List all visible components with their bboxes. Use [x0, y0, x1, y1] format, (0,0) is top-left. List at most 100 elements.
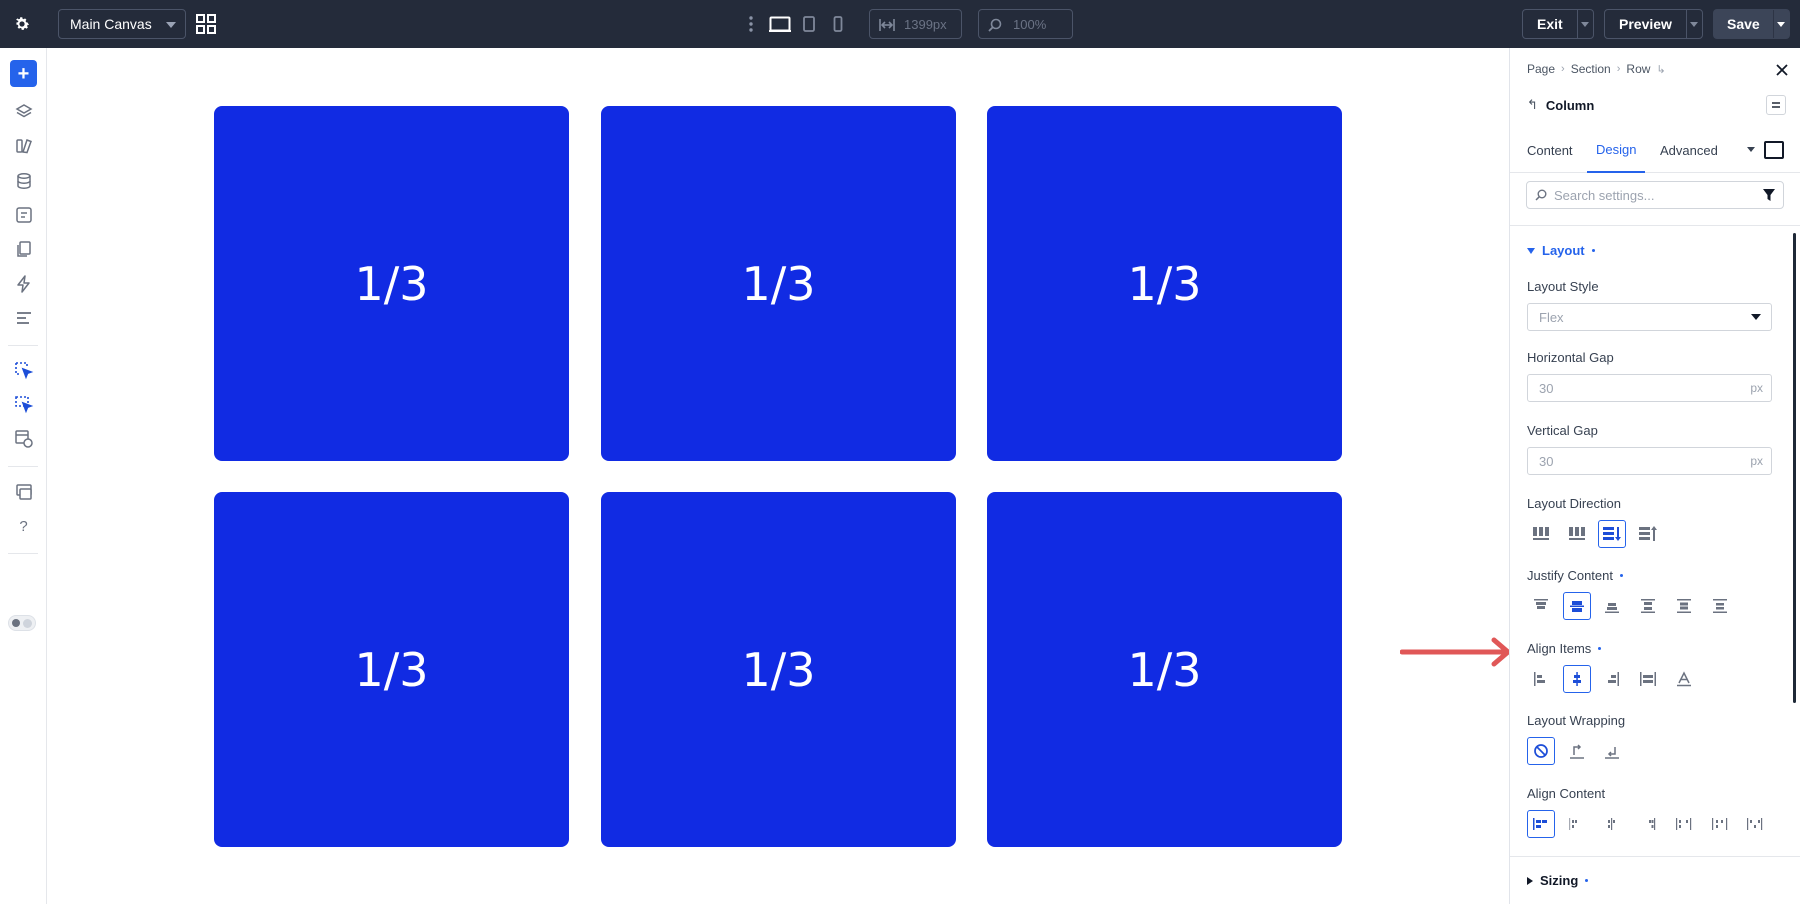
modified-indicator [1598, 647, 1602, 650]
select-multiple-icon[interactable] [10, 391, 37, 418]
layout-style-select[interactable]: Flex [1527, 303, 1772, 331]
tablet-view-icon[interactable] [800, 12, 818, 36]
builder-canvas: 1/3 1/3 1/3 1/3 1/3 1/3 [48, 48, 1509, 904]
wrap-reverse-icon[interactable] [1598, 737, 1626, 765]
horizontal-gap-label: Horizontal Gap [1527, 350, 1614, 365]
phone-view-icon[interactable] [829, 12, 847, 36]
layout-group-toggle[interactable]: Layout [1527, 243, 1595, 258]
justify-content-label: Justify Content [1527, 568, 1623, 583]
desktop-view-icon[interactable] [768, 12, 792, 36]
add-element-button[interactable]: + [10, 60, 37, 87]
align-center-icon[interactable] [1563, 665, 1591, 693]
align-items-text: Align Items [1527, 641, 1592, 656]
nested-arrow-icon: ↳ [1656, 63, 1666, 76]
theme-toggle[interactable] [8, 615, 36, 631]
horizontal-gap-value: 30 [1539, 380, 1554, 396]
module-title: ↰ Column [1527, 97, 1594, 113]
grid-layout-icon[interactable] [196, 14, 216, 34]
close-icon[interactable] [1774, 62, 1790, 78]
justify-end-icon[interactable] [1598, 592, 1626, 620]
direction-row-reverse-icon[interactable] [1563, 520, 1591, 548]
column-block[interactable]: 1/3 [214, 492, 569, 847]
unit-label: px [1750, 381, 1763, 395]
column-block[interactable]: 1/3 [987, 106, 1342, 461]
justify-center-icon[interactable] [1563, 592, 1591, 620]
justify-space-evenly-icon[interactable] [1706, 592, 1734, 620]
sidebar-divider [8, 345, 38, 346]
responsive-views-icon[interactable] [10, 478, 37, 505]
toggle-knob [23, 619, 32, 628]
align-start-icon[interactable] [1527, 665, 1555, 693]
save-options-dropdown[interactable] [1772, 10, 1789, 38]
exit-options-dropdown[interactable] [1576, 10, 1593, 38]
justify-space-between-icon[interactable] [1634, 592, 1662, 620]
column-block[interactable]: 1/3 [601, 492, 956, 847]
no-wrap-icon[interactable] [1527, 737, 1555, 765]
align-baseline-icon[interactable] [1670, 665, 1698, 693]
direction-column-icon[interactable] [1598, 520, 1626, 548]
direction-row-icon[interactable] [1527, 520, 1555, 548]
column-block[interactable]: 1/3 [214, 106, 569, 461]
panel-scrollbar[interactable] [1793, 233, 1796, 703]
justify-space-around-icon[interactable] [1670, 592, 1698, 620]
settings-panel: Page › Section › Row ↳ ↰ Column Content … [1509, 48, 1800, 904]
design-library-icon[interactable] [10, 132, 37, 159]
filter-icon[interactable] [1763, 189, 1775, 201]
align-content-end-icon[interactable] [1598, 810, 1626, 838]
database-icon[interactable] [10, 167, 37, 194]
preview-button-group: Preview [1604, 9, 1703, 39]
sizing-group-toggle[interactable]: Sizing [1527, 873, 1589, 888]
align-end-icon[interactable] [1598, 665, 1626, 693]
canvas-select[interactable]: Main Canvas [58, 9, 186, 39]
align-content-space-evenly-icon[interactable] [1706, 810, 1734, 838]
module-options-button[interactable] [1766, 95, 1786, 115]
wireframe-icon[interactable] [10, 201, 37, 228]
pages-icon[interactable] [10, 235, 37, 262]
tab-design[interactable]: Design [1587, 128, 1646, 173]
preview-button[interactable]: Preview [1605, 10, 1686, 38]
tab-advanced[interactable]: Advanced [1651, 128, 1727, 173]
direction-column-reverse-icon[interactable] [1634, 520, 1662, 548]
breadcrumb-page[interactable]: Page [1527, 62, 1555, 76]
column-block[interactable]: 1/3 [987, 492, 1342, 847]
align-content-center-icon[interactable] [1563, 810, 1591, 838]
modified-indicator [1585, 879, 1589, 882]
save-button[interactable]: Save [1714, 10, 1773, 38]
tabs-dropdown-icon[interactable] [1747, 147, 1755, 152]
preview-options-dropdown[interactable] [1685, 10, 1702, 38]
wrap-icon[interactable] [1563, 737, 1591, 765]
align-stretch-icon[interactable] [1634, 665, 1662, 693]
align-content-space-around-icon[interactable] [1670, 810, 1698, 838]
settings-gear-icon[interactable] [10, 12, 34, 36]
layout-style-label: Layout Style [1527, 279, 1599, 294]
canvas-width-field[interactable]: 1399px [869, 9, 962, 39]
back-arrow-icon[interactable]: ↰ [1527, 97, 1538, 113]
chevron-down-icon [166, 22, 176, 28]
desktop-breakpoint-icon[interactable] [1764, 141, 1784, 159]
search-settings-input[interactable] [1526, 181, 1784, 209]
select-element-icon[interactable] [10, 357, 37, 384]
layers-icon[interactable] [10, 98, 37, 125]
breadcrumb-row[interactable]: Row [1626, 62, 1650, 76]
template-icon[interactable] [10, 425, 37, 452]
horizontal-gap-input[interactable]: 30 px [1527, 374, 1772, 402]
help-icon[interactable]: ? [10, 513, 37, 540]
caret-down-icon [1527, 247, 1535, 254]
layout-group-label: Layout [1542, 243, 1585, 258]
column-block[interactable]: 1/3 [601, 106, 956, 461]
list-settings-icon[interactable] [10, 304, 37, 331]
justify-start-icon[interactable] [1527, 592, 1555, 620]
align-content-start-icon[interactable] [1527, 810, 1555, 838]
align-content-stretch-icon[interactable] [1741, 810, 1769, 838]
tab-content[interactable]: Content [1518, 128, 1582, 173]
breadcrumb-section[interactable]: Section [1571, 62, 1611, 76]
zoom-field[interactable]: 100% [978, 9, 1073, 39]
chevron-down-icon [1751, 314, 1761, 320]
exit-button[interactable]: Exit [1523, 10, 1577, 38]
more-options-icon[interactable] [748, 14, 754, 34]
lightning-icon[interactable] [10, 270, 37, 297]
exit-button-group: Exit [1522, 9, 1594, 39]
align-content-space-between-icon[interactable] [1634, 810, 1662, 838]
vertical-gap-input[interactable]: 30 px [1527, 447, 1772, 475]
panel-divider [1510, 856, 1800, 857]
